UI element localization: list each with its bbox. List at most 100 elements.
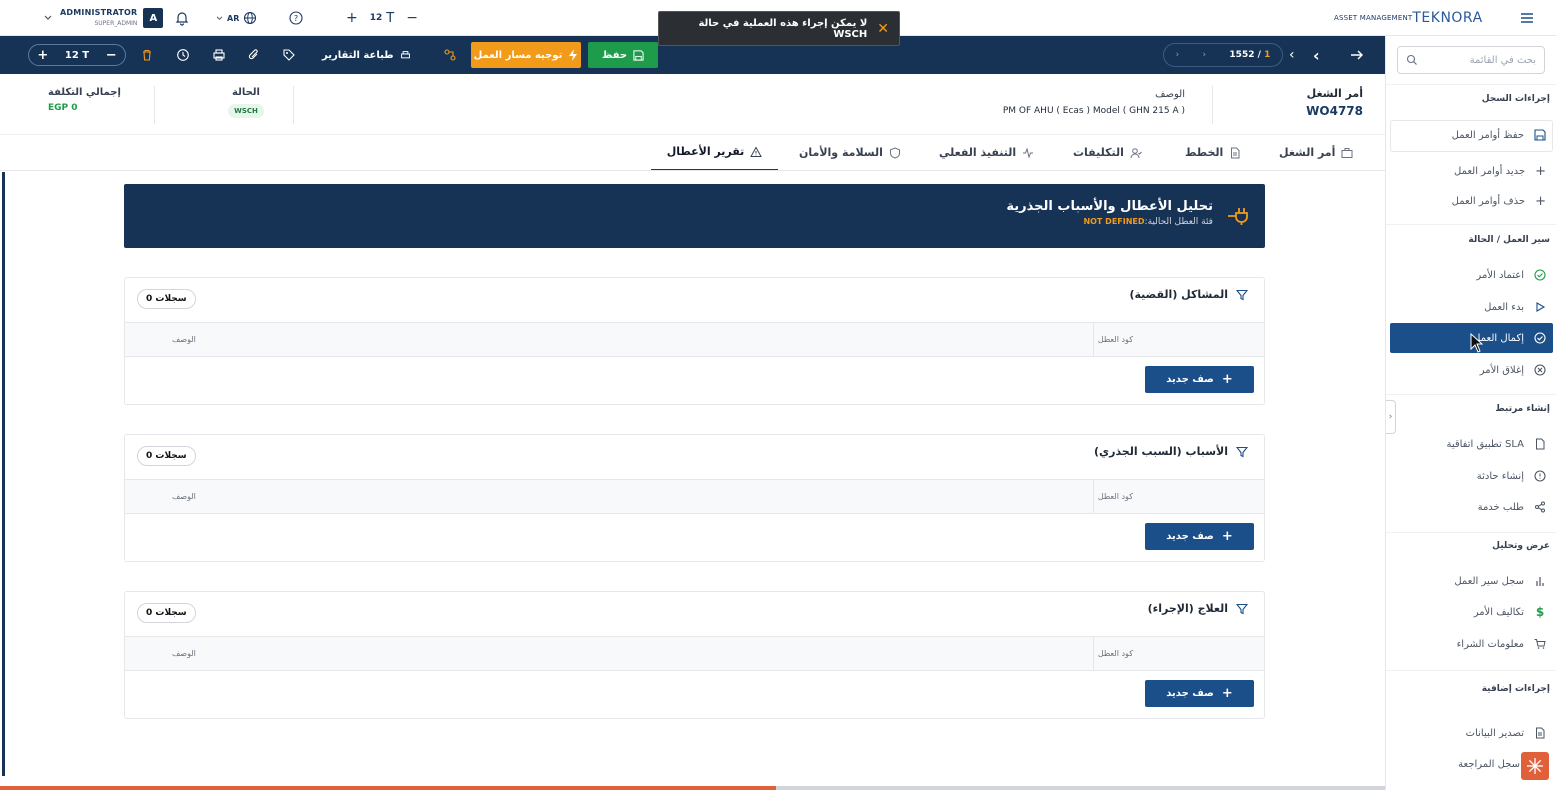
- save-label: حفظ: [601, 49, 628, 61]
- sidebar-item-purchase-info[interactable]: معلومات الشراء: [1457, 631, 1546, 657]
- work-order-label: أمر الشغل: [1306, 87, 1363, 100]
- plus-icon[interactable]: +: [37, 48, 48, 63]
- work-order-value: WO4778: [1306, 104, 1363, 118]
- filter-icon[interactable]: [1236, 603, 1248, 615]
- assistant-launcher-icon[interactable]: [1521, 752, 1549, 780]
- sidebar-item-approve[interactable]: اعتماد الأمر: [1476, 262, 1546, 288]
- print-reports-button[interactable]: طباعة التقارير: [322, 36, 411, 74]
- sidebar-item-workflow-log[interactable]: سجل سير العمل: [1454, 568, 1546, 594]
- sidebar-item-apply-sla[interactable]: تطبيق اتفاقية SLA: [1446, 431, 1546, 457]
- activity-icon: [1023, 146, 1034, 159]
- add-row-button[interactable]: + صف جديد: [1145, 680, 1254, 707]
- column-divider: [1093, 637, 1094, 670]
- group-title-create-linked: إنشاء مرتبط: [1495, 404, 1550, 414]
- tab-assignments[interactable]: التكليفات: [1073, 134, 1142, 171]
- sidebar-item-save[interactable]: حفظ أوامر العمل: [1452, 122, 1546, 148]
- help-icon[interactable]: ?: [289, 0, 303, 36]
- chevron-right-icon[interactable]: ›: [1176, 50, 1180, 60]
- sidebar-item-delete[interactable]: حذف أوامر العمل +: [1452, 188, 1546, 214]
- sidebar-item-label: اعتماد الأمر: [1476, 269, 1524, 281]
- avatar[interactable]: A: [143, 8, 164, 28]
- history-icon[interactable]: [176, 36, 190, 74]
- sidebar-item-complete-work[interactable]: إكمال العمل: [1473, 325, 1546, 351]
- document-icon: [1231, 147, 1240, 158]
- status-badge: WSCH: [228, 104, 264, 118]
- column-header-description: الوصف: [172, 492, 196, 501]
- print-icon[interactable]: [212, 36, 226, 74]
- chevron-down-icon[interactable]: [44, 15, 52, 21]
- add-row-button[interactable]: + صف جديد: [1145, 366, 1254, 393]
- sidebar-item-close-order[interactable]: إغلاق الأمر: [1480, 357, 1546, 383]
- divider: [1386, 84, 1556, 85]
- minus-icon[interactable]: −: [406, 10, 418, 26]
- description-field: الوصف PM OF AHU ( Ecas ) Model ( GHN 215…: [1003, 89, 1185, 116]
- tab-work-order[interactable]: أمر الشغل: [1279, 134, 1353, 171]
- arrow-right-icon[interactable]: [1350, 36, 1364, 74]
- add-row-label: صف جديد: [1166, 688, 1214, 699]
- play-icon: [1536, 302, 1546, 312]
- sidebar-item-order-costs[interactable]: تكاليف الأمر $: [1474, 599, 1546, 625]
- route-workflow-button[interactable]: توجيه مسار العمل: [471, 42, 581, 68]
- scrollbar-thumb[interactable]: [0, 786, 776, 790]
- section-title-label: الأسباب (السبب الجذري): [1094, 445, 1228, 458]
- sidebar-item-label: حذف أوامر العمل: [1451, 195, 1526, 207]
- sidebar-item-export-data[interactable]: تصدير البيانات: [1466, 720, 1546, 746]
- plus-icon: +: [1221, 372, 1233, 387]
- close-icon[interactable]: ✕: [877, 21, 889, 37]
- user-check-icon: [1130, 147, 1142, 158]
- sidebar-item-create-incident[interactable]: إنشاء حادثة: [1477, 463, 1546, 489]
- chevron-left-icon[interactable]: ‹: [1313, 36, 1320, 74]
- table-header: كود العطل الوصف: [125, 479, 1264, 514]
- cart-icon: [1534, 639, 1546, 649]
- minus-icon[interactable]: −: [106, 48, 117, 63]
- tab-safety[interactable]: السلامة والأمان: [799, 134, 901, 171]
- mouse-cursor-icon: [1470, 333, 1484, 353]
- sidebar-item-start-work[interactable]: بدء العمل: [1484, 294, 1546, 320]
- sidebar-item-audit-log[interactable]: سجل المراجعة: [1458, 751, 1520, 777]
- remedies-section: العلاج (الإجراء) 0 سجلات كود العطل الوصف…: [124, 591, 1265, 719]
- plus-icon[interactable]: +: [346, 10, 358, 26]
- chevron-left-icon[interactable]: ‹: [1289, 36, 1295, 74]
- sidebar-item-label: تصدير البيانات: [1465, 727, 1524, 739]
- search-icon: [1406, 54, 1417, 65]
- filter-icon[interactable]: [1236, 446, 1248, 458]
- delete-icon[interactable]: [140, 36, 154, 74]
- workflow-icon[interactable]: [443, 36, 457, 74]
- sidebar-search-input[interactable]: بحث في القائمة: [1397, 46, 1545, 74]
- alert-circle-icon: [1534, 470, 1546, 482]
- horizontal-scrollbar[interactable]: [0, 786, 1385, 790]
- failure-category-value: NOT DEFINED: [1083, 217, 1145, 226]
- bell-icon[interactable]: [174, 0, 190, 36]
- tab-actual-execution[interactable]: التنفيذ الفعلي: [939, 134, 1034, 171]
- section-title: العلاج (الإجراء): [1148, 602, 1248, 615]
- section-title: المشاكل (القضية): [1129, 288, 1248, 301]
- save-icon: [1534, 129, 1546, 141]
- save-button[interactable]: حفظ: [588, 42, 658, 68]
- section-title: الأسباب (السبب الجذري): [1094, 445, 1248, 458]
- hamburger-menu-icon[interactable]: [1519, 0, 1535, 36]
- filter-icon[interactable]: [1236, 289, 1248, 301]
- tag-icon[interactable]: [282, 36, 296, 74]
- chevron-right-icon[interactable]: ›: [1203, 50, 1207, 60]
- records-count-badge: 0 سجلات: [137, 289, 196, 309]
- language-selector[interactable]: AR: [216, 0, 257, 36]
- divider: [1212, 86, 1213, 124]
- banner-subtitle: فئة العطل الحالية:NOT DEFINED: [1006, 217, 1213, 227]
- collapse-sidebar-toggle[interactable]: ›: [1386, 400, 1396, 434]
- plus-icon: +: [1221, 529, 1233, 544]
- status-field: الحالة WSCH: [218, 87, 274, 118]
- user-menu[interactable]: ADMINISTRATOR SUPER_ADMIN A: [44, 0, 164, 36]
- column-header-description: الوصف: [172, 335, 196, 344]
- add-row-button[interactable]: + صف جديد: [1145, 523, 1254, 550]
- sidebar-item-new[interactable]: جديد أوامر العمل +: [1454, 158, 1546, 184]
- tab-plans[interactable]: الخطط: [1185, 134, 1241, 171]
- sidebar-item-service-request[interactable]: طلب خدمة: [1478, 494, 1546, 520]
- plus-icon: +: [1535, 163, 1546, 179]
- column-header-code: كود العطل: [1097, 649, 1133, 658]
- records-count-badge: 0 سجلات: [137, 603, 196, 623]
- status-label: الحالة: [232, 87, 260, 98]
- attachment-icon[interactable]: [247, 36, 261, 74]
- text-size-icon: T: [386, 10, 395, 26]
- tab-failure-report[interactable]: تقرير الأعطال: [651, 134, 778, 171]
- actions-sidebar: بحث في القائمة إجراءات السجل حفظ أوامر ا…: [1385, 36, 1556, 790]
